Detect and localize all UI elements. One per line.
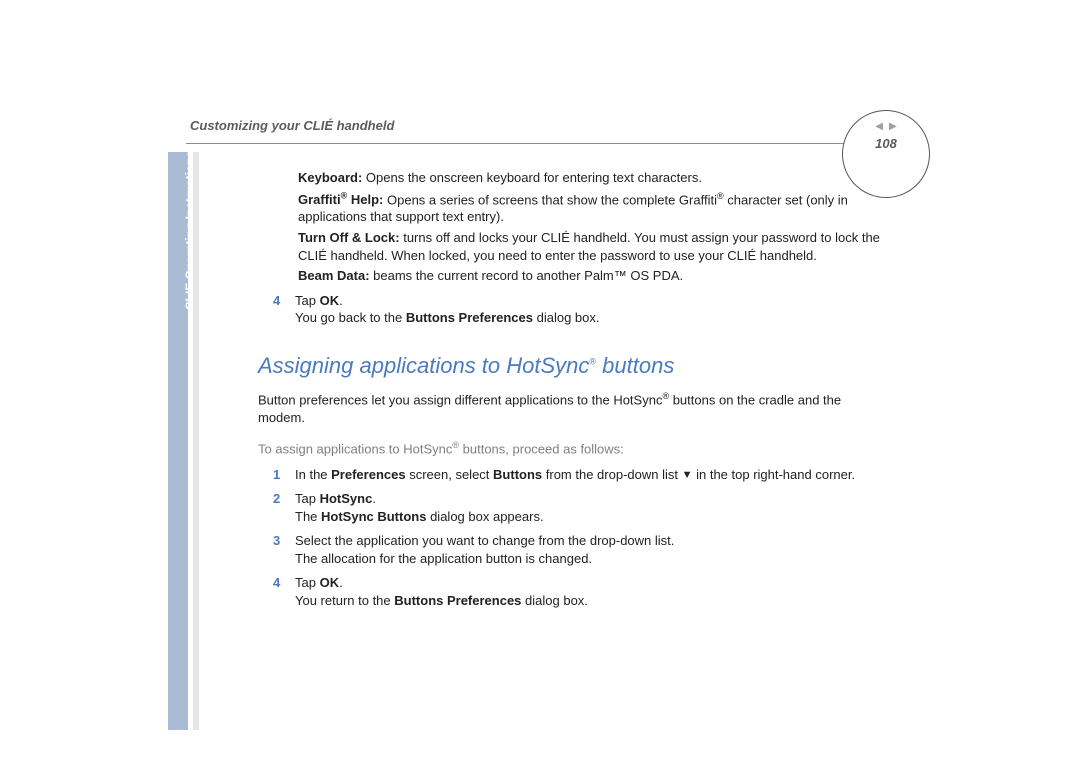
proceed-pre: To assign applications to HotSync [258,441,452,456]
section-title: Assigning applications to HotSync® butto… [258,351,888,381]
s4-l1-bold: OK [320,575,340,590]
step-number: 4 [273,292,285,327]
proceed-text: To assign applications to HotSync® butto… [258,439,888,458]
s1-p4: from the drop-down list [542,467,681,482]
s3-l2: The allocation for the application butto… [295,551,592,566]
section-title-pre: Assigning applications to HotSync [258,353,589,378]
step4a-post: . [339,293,343,308]
step-number: 4 [273,574,285,609]
step4a-bold: OK [320,293,340,308]
term-graffiti-prefix: Graffiti [298,192,341,207]
step-4: 4 Tap OK. You return to the Buttons Pref… [273,574,888,609]
section-title-post: buttons [596,353,674,378]
step4a-l2-pre: You go back to the [295,310,406,325]
proceed-post: buttons, proceed as follows: [459,441,624,456]
term-beam-data: Beam Data: [298,268,370,283]
step4a-pre: Tap [295,293,320,308]
term-turnoff-lock: Turn Off & Lock: [298,230,400,245]
nav-next-icon[interactable]: ▶ [889,121,897,132]
s4-l1-post: . [339,575,343,590]
step-body: Select the application you want to chang… [295,532,674,567]
nav-prev-icon[interactable]: ◀ [875,121,883,132]
dropdown-icon: ▼ [682,469,693,481]
s3-l1: Select the application you want to chang… [295,533,674,548]
text-beam: beams the current record to another Palm… [370,268,684,283]
step-4a: 4 Tap OK. You go back to the Buttons Pre… [273,292,888,327]
step-2: 2 Tap HotSync. The HotSync Buttons dialo… [273,490,888,525]
step-body: In the Preferences screen, select Button… [295,466,855,484]
definition-beam-data: Beam Data: beams the current record to a… [298,267,888,285]
s2-l2-post: dialog box appears. [426,509,543,524]
step-number: 2 [273,490,285,525]
page-number-circle: ◀ ▶ 108 [842,110,930,198]
step-body: Tap OK. You go back to the Buttons Prefe… [295,292,600,327]
step4a-l2-bold: Buttons Preferences [406,310,533,325]
intro-pre: Button preferences let you assign differ… [258,393,662,408]
registered-icon: ® [717,191,724,201]
s2-l1-bold: HotSync [320,491,373,506]
page-container: Customizing your CLIÉ handheld ◀ ▶ 108 K… [168,118,928,610]
header-rule [186,143,896,144]
s1-p1: Preferences [331,467,405,482]
s2-l2-pre: The [295,509,321,524]
definition-turnoff-lock: Turn Off & Lock: turns off and locks you… [298,229,888,264]
step-body: Tap OK. You return to the Buttons Prefer… [295,574,588,609]
s2-l2-bold: HotSync Buttons [321,509,426,524]
s4-l2-bold: Buttons Preferences [394,593,521,608]
s4-l2-pre: You return to the [295,593,394,608]
step-3: 3 Select the application you want to cha… [273,532,888,567]
s2-l1-post: . [372,491,376,506]
section-intro: Button preferences let you assign differ… [258,390,888,426]
step4a-l2-post: dialog box. [533,310,600,325]
s4-l2-post: dialog box. [521,593,588,608]
s1-p6: in the top right-hand corner. [692,467,855,482]
chapter-title: Customizing your CLIÉ handheld [190,118,928,133]
step-number: 3 [273,532,285,567]
nav-arrows: ◀ ▶ [875,121,896,132]
step-body: Tap HotSync. The HotSync Buttons dialog … [295,490,544,525]
content-body: Keyboard: Opens the onscreen keyboard fo… [298,169,888,610]
step-1: 1 In the Preferences screen, select Butt… [273,466,888,484]
term-keyboard: Keyboard: [298,170,362,185]
text-keyboard: Opens the onscreen keyboard for entering… [362,170,702,185]
term-graffiti-suffix: Help: [347,192,383,207]
text-graffiti1: Opens a series of screens that show the … [383,192,717,207]
s1-p2: screen, select [406,467,493,482]
term-graffiti-help: Graffiti® Help: [298,192,383,207]
s2-l1-pre: Tap [295,491,320,506]
definition-keyboard: Keyboard: Opens the onscreen keyboard fo… [298,169,888,187]
step-number: 1 [273,466,285,484]
s4-l1-pre: Tap [295,575,320,590]
s1-p0: In the [295,467,331,482]
s1-p3: Buttons [493,467,542,482]
page-number: 108 [875,136,897,151]
definition-graffiti-help: Graffiti® Help: Opens a series of screen… [298,190,888,226]
